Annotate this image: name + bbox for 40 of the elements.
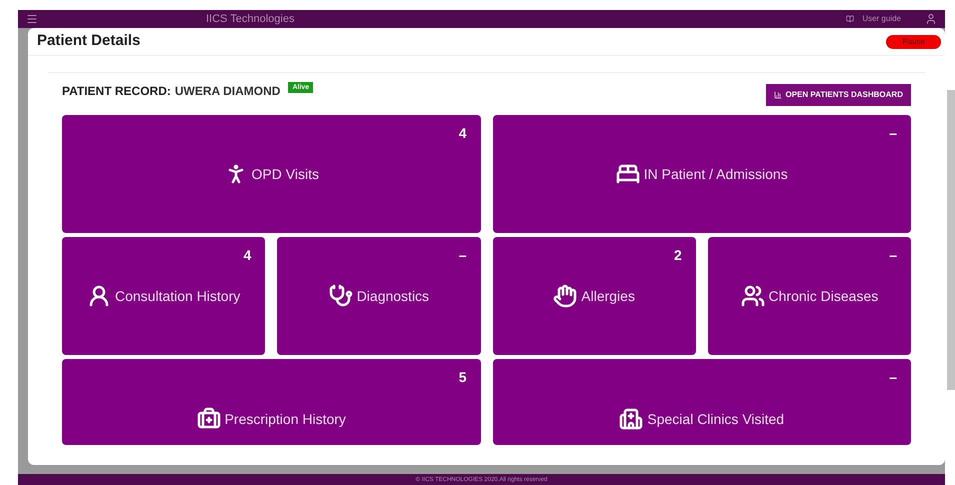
stat-tile[interactable]: – IN Patient / Admissions <box>492 115 911 233</box>
stat-tile[interactable]: – Diagnostics <box>277 237 480 355</box>
stat-tile[interactable]: 2 Allergies <box>492 237 696 355</box>
tile-label: Consultation History <box>114 286 240 306</box>
tile-count: – <box>889 124 897 143</box>
people-icon <box>740 284 765 308</box>
tile-label: Allergies <box>581 286 635 306</box>
scrollbar-thumb[interactable] <box>947 90 955 390</box>
stat-tile[interactable]: – Chronic Diseases <box>708 237 911 355</box>
open-dashboard-button[interactable]: OPEN PATIENTS DASHBOARD <box>766 84 911 106</box>
user-icon[interactable] <box>925 13 937 25</box>
tile-label: OPD Visits <box>252 164 319 184</box>
stat-tile[interactable]: 4 OPD Visits <box>62 115 480 233</box>
stethoscope-icon <box>328 284 353 308</box>
tile-count: 5 <box>458 368 466 387</box>
tile-count: – <box>889 246 897 265</box>
stat-tile[interactable]: 4 Consultation History <box>62 237 266 355</box>
menu-icon[interactable] <box>26 13 38 25</box>
chart-icon <box>774 91 782 99</box>
tile-label: IN Patient / Admissions <box>644 164 788 184</box>
patient-record-label: PATIENT RECORD: <box>62 83 171 100</box>
brand-name: IICS Technologies <box>206 14 294 24</box>
tile-label: Prescription History <box>224 410 346 429</box>
hand-icon <box>553 284 578 308</box>
clinic-icon <box>619 407 644 431</box>
patient-name: UWERA DIAMOND <box>174 83 280 100</box>
tile-count: 2 <box>674 246 682 265</box>
tile-count: – <box>889 368 897 387</box>
stat-tile[interactable]: 5 Prescription History <box>62 359 480 445</box>
medical-kit-icon <box>196 407 221 431</box>
book-icon <box>846 15 854 23</box>
modal-title: Patient Details <box>37 31 140 52</box>
tile-count: 4 <box>243 246 252 265</box>
tile-label: Diagnostics <box>356 286 430 306</box>
tile-count: 4 <box>458 124 466 143</box>
tile-label: Chronic Diseases <box>768 286 878 306</box>
tile-count: – <box>458 246 466 265</box>
stat-tile[interactable]: – Special Clinics Visited <box>492 359 911 445</box>
user-guide-link[interactable]: User guide <box>862 15 901 23</box>
tile-label: Special Clinics Visited <box>647 410 784 429</box>
